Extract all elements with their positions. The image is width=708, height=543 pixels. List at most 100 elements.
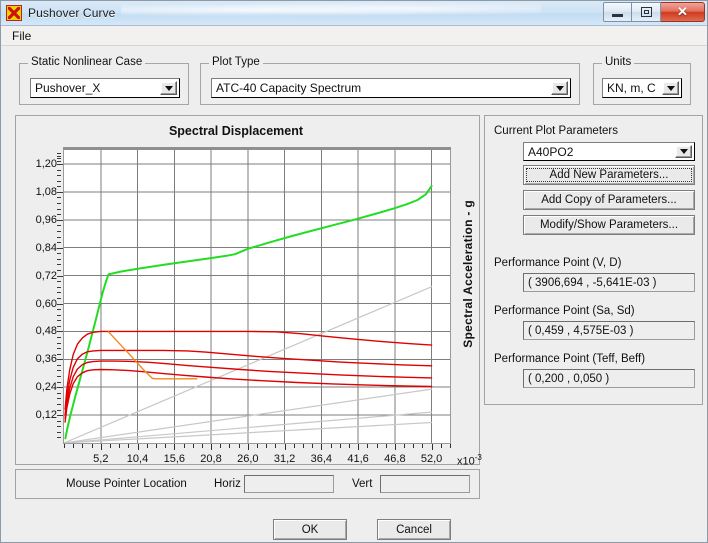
- vert-label: Vert: [352, 478, 373, 490]
- maximize-button[interactable]: [632, 2, 661, 22]
- x-tick-minor: [137, 444, 139, 448]
- y-tick-minor: [57, 197, 61, 199]
- chevron-down-icon[interactable]: [662, 81, 679, 95]
- x-tick-minor: [348, 444, 350, 448]
- y-tick-label: 0,84: [35, 241, 57, 254]
- menu-bar: File: [1, 26, 707, 46]
- chart-panel: Spectral Displacement 0,12 0,24 0,36 0,48 0,…: [15, 115, 482, 468]
- x-tick-minor: [100, 444, 102, 448]
- performance-point-vd-value: ( 3906,694 , -5,641E-03 ): [523, 273, 695, 292]
- x-tick-minor: [128, 444, 130, 448]
- y-tick-minor: [57, 409, 61, 411]
- horiz-label: Horiz: [214, 478, 241, 490]
- x-tick-minor: [394, 444, 396, 448]
- x-tick-minor: [91, 444, 93, 448]
- current-plot-parameters-combo[interactable]: A40PO2: [523, 142, 695, 161]
- application-icon: [6, 5, 22, 21]
- x-tick-minor: [183, 444, 185, 448]
- static-nonlinear-case-combo[interactable]: Pushover_X: [30, 78, 180, 98]
- y-tick-label: 0,60: [35, 297, 57, 310]
- x-tick-minor: [247, 444, 249, 448]
- x-tick-minor: [192, 444, 194, 448]
- x-tick-minor: [64, 444, 65, 448]
- y-tick-minor: [57, 309, 61, 311]
- mouse-pointer-location-label: Mouse Pointer Location: [66, 478, 187, 490]
- y-tick-minor: [57, 426, 61, 428]
- mouse-pointer-location-panel: Mouse Pointer Location Horiz Vert: [15, 469, 480, 499]
- horiz-value-field[interactable]: [244, 475, 334, 493]
- chevron-down-icon[interactable]: [551, 81, 568, 95]
- y-tick-label: 0,96: [35, 213, 57, 226]
- minimize-button[interactable]: [603, 2, 632, 22]
- y-tick-minor: [57, 158, 61, 160]
- y-tick-minor: [57, 281, 61, 283]
- add-copy-of-parameters-button[interactable]: Add Copy of Parameters...: [523, 190, 695, 210]
- plot-type-combo[interactable]: ATC-40 Capacity Spectrum: [211, 78, 571, 98]
- window-title: Pushover Curve: [28, 6, 116, 20]
- current-plot-parameters-label: Current Plot Parameters: [494, 125, 618, 137]
- y-tick-minor: [57, 169, 61, 171]
- x-tick-minor: [82, 444, 84, 448]
- y-tick-minor: [57, 403, 61, 405]
- minimize-icon: [612, 13, 623, 17]
- x-tick-minor: [155, 444, 157, 448]
- y-tick-minor: [57, 376, 61, 377]
- add-new-parameters-label: Add New Parameters...: [549, 169, 669, 181]
- y-tick-minor: [57, 225, 61, 227]
- y-tick-minor: [57, 214, 61, 216]
- cancel-button[interactable]: Cancel: [377, 519, 451, 540]
- ok-button[interactable]: OK: [273, 519, 347, 540]
- x-tick-minor: [257, 444, 258, 448]
- x-tick-label: 46,8: [384, 453, 406, 465]
- x-tick-label: 5,2: [93, 453, 109, 465]
- modify-show-parameters-button[interactable]: Modify/Show Parameters...: [523, 215, 695, 235]
- y-tick-minor: [57, 286, 61, 288]
- plot-type-group: Plot Type ATC-40 Capacity Spectrum: [200, 56, 580, 105]
- add-copy-of-parameters-label: Add Copy of Parameters...: [541, 194, 677, 206]
- pushover-curve-dialog: Pushover Curve ✕ File Static Nonlinear C…: [0, 0, 708, 543]
- y-tick-minor: [57, 325, 61, 327]
- chart-title: Spectral Displacement: [168, 124, 304, 138]
- x-tick-minor: [238, 444, 240, 448]
- chevron-down-icon[interactable]: [160, 81, 177, 95]
- window-controls: ✕: [603, 2, 705, 22]
- plot-area[interactable]: [63, 147, 451, 444]
- x-tick-minor: [266, 444, 268, 448]
- menu-item-file[interactable]: File: [5, 27, 38, 45]
- y-tick-minor: [57, 253, 61, 255]
- y-tick-minor: [57, 230, 61, 232]
- chevron-down-icon[interactable]: [675, 145, 692, 158]
- x-tick-minor: [321, 444, 323, 448]
- x-tick-minor: [413, 444, 415, 448]
- x-tick-minor: [275, 444, 277, 448]
- add-new-parameters-button[interactable]: Add New Parameters...: [523, 165, 695, 185]
- plot-type-label: Plot Type: [209, 56, 263, 68]
- y-tick-label: 0,12: [35, 409, 57, 422]
- y-tick-minor: [57, 292, 61, 294]
- x-tick-minor: [376, 444, 378, 448]
- y-tick-minor: [57, 208, 61, 210]
- units-combo[interactable]: KN, m, C: [602, 78, 682, 98]
- title-bar: Pushover Curve ✕: [1, 1, 707, 26]
- x-tick-minor: [358, 444, 360, 448]
- plot-parameters-panel: Current Plot Parameters A40PO2 Add New P…: [484, 115, 703, 405]
- x-tick-minor: [422, 444, 424, 448]
- close-button[interactable]: ✕: [661, 2, 705, 22]
- x-tick-label: 20,8: [200, 453, 222, 465]
- x-tick-minor: [119, 444, 121, 448]
- x-tick-minor: [220, 444, 222, 448]
- y-tick-minor: [57, 242, 61, 244]
- capacity-spectrum-plot: [64, 150, 450, 443]
- y-tick-minor: [57, 314, 61, 316]
- units-group: Units KN, m, C: [593, 56, 691, 105]
- x-tick-minor: [367, 444, 369, 448]
- x-tick-minor: [303, 444, 304, 448]
- y-tick-minor: [57, 320, 61, 322]
- x-tick-minor: [339, 444, 341, 448]
- ok-button-label: OK: [301, 523, 319, 536]
- y-tick-minor: [57, 437, 61, 439]
- x-tick-label: 26,0: [237, 453, 259, 465]
- x-tick-minor: [431, 444, 433, 448]
- y-tick-minor: [57, 264, 61, 266]
- vert-value-field[interactable]: [380, 475, 470, 493]
